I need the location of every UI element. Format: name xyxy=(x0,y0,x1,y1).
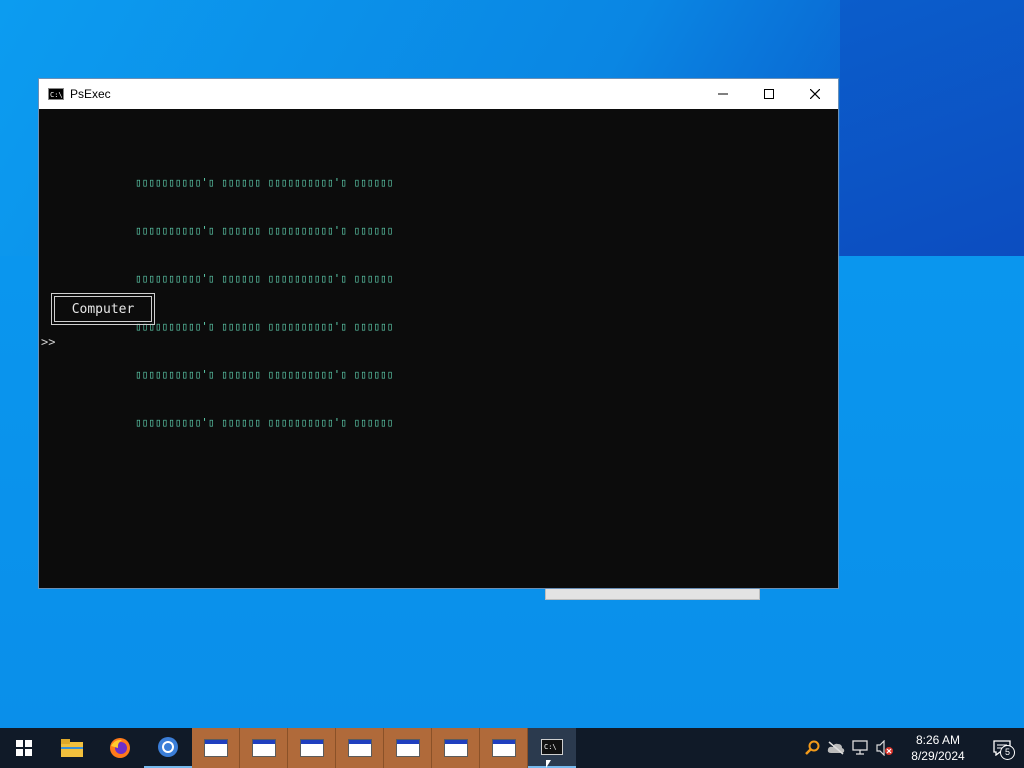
window-icon xyxy=(491,739,516,757)
windows-start-icon xyxy=(16,740,32,756)
cloud-offline-icon xyxy=(827,741,845,755)
magnifier-icon xyxy=(805,740,820,755)
taskbar-firefox[interactable] xyxy=(96,728,144,768)
taskbar: C:\ 8:26 AM 8/29/2024 5 xyxy=(0,728,1024,768)
ascii-line: ▯▯▯▯▯▯▯▯▯▯'▯ ▯▯▯▯▯▯ ▯▯▯▯▯▯▯▯▯▯'▯ ▯▯▯▯▯▯ xyxy=(135,368,394,381)
taskbar-window-7[interactable] xyxy=(480,728,528,768)
psexec-window[interactable]: C:\ PsExec ▯▯▯▯▯▯▯▯▯▯'▯ ▯▯▯▯▯▯ ▯▯▯▯▯▯▯▯▯… xyxy=(38,78,839,589)
window-title: PsExec xyxy=(70,87,111,101)
firefox-icon xyxy=(110,738,130,758)
ascii-banner: ▯▯▯▯▯▯▯▯▯▯'▯ ▯▯▯▯▯▯ ▯▯▯▯▯▯▯▯▯▯'▯ ▯▯▯▯▯▯ … xyxy=(135,143,393,463)
file-explorer-icon xyxy=(61,739,83,757)
chrome-icon xyxy=(158,737,178,757)
window-icon xyxy=(347,739,372,757)
ascii-line: ▯▯▯▯▯▯▯▯▯▯'▯ ▯▯▯▯▯▯ ▯▯▯▯▯▯▯▯▯▯'▯ ▯▯▯▯▯▯ xyxy=(135,320,394,333)
action-center-button[interactable]: 5 xyxy=(980,728,1024,768)
window-icon xyxy=(299,739,324,757)
taskbar-window-2[interactable] xyxy=(240,728,288,768)
maximize-button[interactable] xyxy=(746,79,792,109)
tray-network[interactable] xyxy=(848,728,872,768)
taskbar-window-4[interactable] xyxy=(336,728,384,768)
title-bar[interactable]: C:\ PsExec xyxy=(39,79,838,109)
taskbar-window-5[interactable] xyxy=(384,728,432,768)
background-window-edge[interactable] xyxy=(545,588,760,600)
tray-volume[interactable] xyxy=(872,728,896,768)
volume-muted-icon xyxy=(876,740,893,756)
console-taskbar-icon: C:\ xyxy=(541,739,563,755)
system-tray: 8:26 AM 8/29/2024 5 xyxy=(800,728,1024,768)
taskbar-window-6[interactable] xyxy=(432,728,480,768)
close-button[interactable] xyxy=(792,79,838,109)
ascii-line: ▯▯▯▯▯▯▯▯▯▯'▯ ▯▯▯▯▯▯ ▯▯▯▯▯▯▯▯▯▯'▯ ▯▯▯▯▯▯ xyxy=(135,416,394,429)
maximize-icon xyxy=(764,89,774,99)
window-icon xyxy=(395,739,420,757)
clock-date: 8/29/2024 xyxy=(911,749,965,763)
desktop: C:\ PsExec ▯▯▯▯▯▯▯▯▯▯'▯ ▯▯▯▯▯▯ ▯▯▯▯▯▯▯▯▯… xyxy=(0,0,1024,728)
clock-time: 8:26 AM xyxy=(915,733,961,747)
window-icon xyxy=(251,739,276,757)
ascii-line: ▯▯▯▯▯▯▯▯▯▯'▯ ▯▯▯▯▯▯ ▯▯▯▯▯▯▯▯▯▯'▯ ▯▯▯▯▯▯ xyxy=(135,224,394,237)
taskbar-psexec[interactable]: C:\ xyxy=(528,728,576,768)
console-app-icon: C:\ xyxy=(48,88,64,100)
taskbar-chrome[interactable] xyxy=(144,728,192,768)
window-icon xyxy=(443,739,468,757)
console-area[interactable]: ▯▯▯▯▯▯▯▯▯▯'▯ ▯▯▯▯▯▯ ▯▯▯▯▯▯▯▯▯▯'▯ ▯▯▯▯▯▯ … xyxy=(39,109,838,588)
taskbar-window-3[interactable] xyxy=(288,728,336,768)
taskbar-window-1[interactable] xyxy=(192,728,240,768)
minimize-icon xyxy=(718,93,728,95)
mouse-cursor xyxy=(546,760,551,768)
close-icon xyxy=(810,89,820,99)
ascii-line: ▯▯▯▯▯▯▯▯▯▯'▯ ▯▯▯▯▯▯ ▯▯▯▯▯▯▯▯▯▯'▯ ▯▯▯▯▯▯ xyxy=(135,272,394,285)
tray-search-app[interactable] xyxy=(800,728,824,768)
taskbar-clock[interactable]: 8:26 AM 8/29/2024 xyxy=(896,732,980,764)
wallpaper-right xyxy=(840,0,1024,256)
tray-onedrive[interactable] xyxy=(824,728,848,768)
taskbar-file-explorer[interactable] xyxy=(48,728,96,768)
minimize-button[interactable] xyxy=(700,79,746,109)
command-prompt[interactable]: >> xyxy=(41,335,55,349)
notification-count-badge: 5 xyxy=(1000,745,1015,760)
window-icon xyxy=(203,739,228,757)
computer-button[interactable]: Computer xyxy=(51,293,155,325)
network-icon xyxy=(852,740,868,755)
start-button[interactable] xyxy=(0,728,48,768)
ascii-line: ▯▯▯▯▯▯▯▯▯▯'▯ ▯▯▯▯▯▯ ▯▯▯▯▯▯▯▯▯▯'▯ ▯▯▯▯▯▯ xyxy=(135,176,394,189)
